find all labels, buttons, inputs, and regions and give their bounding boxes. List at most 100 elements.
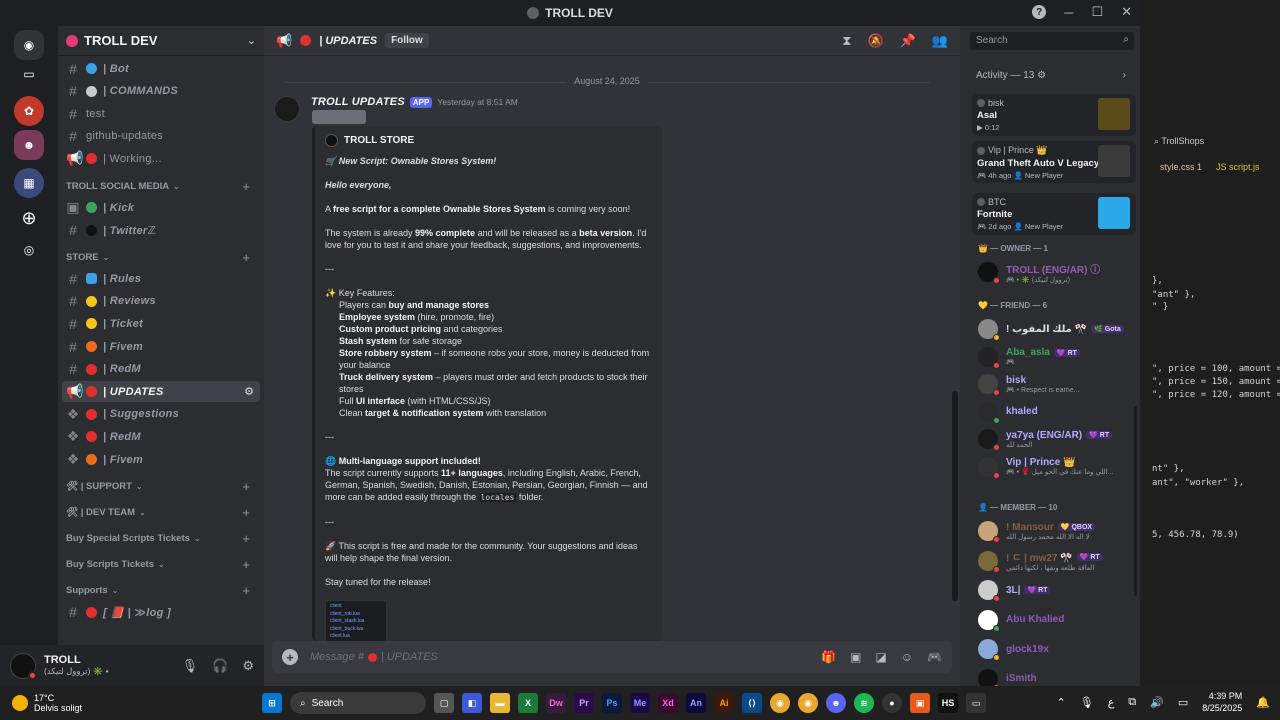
- illustrator-icon[interactable]: Ai: [714, 693, 734, 713]
- activity-card[interactable]: bisk Asal ▶ 0:12: [972, 94, 1136, 136]
- channel-item[interactable]: ❖ | RedM: [62, 426, 260, 447]
- message-composer[interactable]: + Message # | UPDATES 🎁 ▣ ◪ ☺ 🎮: [272, 641, 952, 673]
- tray-lang-icon[interactable]: ع: [1108, 696, 1115, 709]
- channel-item[interactable]: # github-updates: [62, 126, 260, 147]
- dreamweaver-icon[interactable]: Dw: [546, 693, 566, 713]
- member-item[interactable]: Aba_asla 💜 RT 🎮: [978, 345, 1138, 369]
- server-folder-icon[interactable]: ▦: [14, 168, 44, 198]
- add-channel-icon[interactable]: +: [242, 250, 250, 265]
- gif-icon[interactable]: ▣: [850, 650, 861, 664]
- editor-tab-style[interactable]: style.css 1: [1160, 162, 1202, 172]
- member-item[interactable]: ya7ya (ENG/AR) 💜 RT الحمد لله: [978, 427, 1138, 451]
- app-icon-1[interactable]: ◧: [462, 693, 482, 713]
- channel-settings-icon[interactable]: ⚙: [244, 385, 254, 398]
- gear-icon[interactable]: ⚙: [242, 658, 254, 674]
- server-icon-troll-dev[interactable]: ☻: [14, 130, 44, 160]
- add-channel-icon[interactable]: +: [242, 557, 250, 572]
- channel-category[interactable]: Buy Scripts Tickets ⌄ +: [62, 556, 260, 574]
- mute-bell-icon[interactable]: 🔕: [867, 33, 883, 49]
- channel-item[interactable]: ❖ | Suggestions: [62, 404, 260, 425]
- gift-icon[interactable]: 🎁: [821, 650, 836, 664]
- author-avatar[interactable]: [274, 96, 300, 122]
- tray-chevron-icon[interactable]: ⌃: [1057, 696, 1066, 709]
- help-icon[interactable]: ?: [1032, 5, 1047, 19]
- chat-scrollbar[interactable]: [952, 391, 958, 601]
- channel-item[interactable]: # | Twitterℤ: [62, 220, 260, 241]
- file-explorer-icon[interactable]: ▬: [490, 693, 510, 713]
- channel-category[interactable]: 🛠 | SUPPORT ⌄ +: [62, 478, 260, 496]
- tray-volume-icon[interactable]: 🔊: [1150, 696, 1164, 709]
- minimize-icon[interactable]: ─: [1064, 5, 1073, 20]
- weather-widget[interactable]: 17°C Delvis soligt: [12, 693, 82, 713]
- members-icon[interactable]: 👥: [932, 33, 948, 49]
- activity-card[interactable]: Vip | Prince 👑 Grand Theft Auto V Legacy 🎮…: [972, 141, 1136, 183]
- member-item[interactable]: Abu Khalied: [978, 608, 1138, 632]
- chrome-icon[interactable]: ◉: [770, 693, 790, 713]
- channel-item[interactable]: # | RedM: [62, 359, 260, 380]
- channel-item[interactable]: # [ 📕 | ≫log ]: [62, 602, 260, 623]
- inbox-icon[interactable]: ▭: [14, 59, 44, 89]
- channel-item[interactable]: # | Rules: [62, 268, 260, 289]
- message-author[interactable]: TROLL UPDATES: [311, 96, 405, 108]
- excel-icon[interactable]: X: [518, 693, 538, 713]
- add-channel-icon[interactable]: +: [242, 179, 250, 194]
- app-icon-hs[interactable]: HS: [938, 693, 958, 713]
- microphone-icon[interactable]: 🎙: [182, 658, 199, 674]
- member-item[interactable]: bisk 🎮 • Respect is earne...: [978, 372, 1138, 396]
- embed-image[interactable]: client client_rob.lua client_stash.lua clie…: [325, 600, 387, 641]
- member-item[interactable]: ! ㄷ | mw27 🎌 💜 RT العاقة طلعة ونفها ، لكنه…: [978, 549, 1138, 573]
- server-icon-1[interactable]: ✿: [14, 96, 44, 126]
- role-mention[interactable]: [312, 110, 366, 124]
- user-avatar[interactable]: [10, 652, 37, 680]
- tray-network-icon[interactable]: ⧉: [1128, 696, 1136, 709]
- maximize-icon[interactable]: ☐: [1091, 4, 1103, 20]
- add-channel-icon[interactable]: +: [242, 479, 250, 494]
- animate-icon[interactable]: An: [686, 693, 706, 713]
- headphones-icon[interactable]: 🎧: [212, 658, 228, 674]
- windows-start-icon[interactable]: ⊞: [262, 693, 282, 713]
- emoji-icon[interactable]: ☺: [901, 650, 913, 664]
- channel-category[interactable]: Buy Special Scripts Tickets ⌄ +: [62, 530, 260, 548]
- activity-card[interactable]: BTC Fortnite 🎮 2d ago 👤 New Player: [972, 193, 1136, 235]
- editor-tab-script[interactable]: JS script.js: [1216, 162, 1260, 172]
- message-input[interactable]: Message # | UPDATES: [310, 651, 438, 663]
- github-icon[interactable]: ●: [882, 693, 902, 713]
- member-item[interactable]: TROLL (ENG/AR) ⓘ 🎮 • ✳️ (تروول لتيكد): [978, 260, 1138, 284]
- app-icon-2[interactable]: ▣: [910, 693, 930, 713]
- premiere-icon[interactable]: Pr: [574, 693, 594, 713]
- member-scrollbar[interactable]: [1134, 406, 1137, 596]
- close-icon[interactable]: ✕: [1121, 4, 1132, 20]
- member-item[interactable]: 3L| 💜 RT: [978, 578, 1138, 602]
- task-view-icon[interactable]: ▢: [434, 693, 454, 713]
- channel-item[interactable]: # | COMMANDS: [62, 81, 260, 102]
- activity-header[interactable]: Activity — 13 ⚙ ›: [976, 70, 1126, 81]
- member-item[interactable]: Vip | Prince 👑 🎮 • 🌹 اللي وما عنك في الحو…: [978, 455, 1138, 479]
- channel-item[interactable]: # | Fivem: [62, 336, 260, 357]
- discord-icon[interactable]: ☻: [826, 693, 846, 713]
- member-item[interactable]: ! ملك المفوب 🎌 🌿 Gota: [978, 317, 1138, 341]
- spotify-icon[interactable]: ≋: [854, 693, 874, 713]
- channel-category[interactable]: Supports ⌄ +: [62, 582, 260, 600]
- member-item[interactable]: glock19x: [978, 637, 1138, 661]
- search-input[interactable]: Search ⌕: [970, 32, 1134, 50]
- channel-item[interactable]: # | Ticket: [62, 313, 260, 334]
- server-header[interactable]: TROLL DEV ⌄: [58, 26, 264, 56]
- taskbar-clock[interactable]: 4:39 PM 8/25/2025: [1202, 690, 1242, 714]
- tray-mic-icon[interactable]: 🎙: [1080, 696, 1094, 709]
- terminal-icon[interactable]: ▭: [966, 693, 986, 713]
- pin-icon[interactable]: 📌: [900, 33, 916, 49]
- channel-item[interactable]: 📢 | Working...: [62, 148, 260, 169]
- sticker-icon[interactable]: ◪: [875, 650, 886, 664]
- taskbar-search[interactable]: ⌕ Search: [290, 692, 426, 714]
- chrome-icon-2[interactable]: ◉: [798, 693, 818, 713]
- discover-icon[interactable]: ◎: [14, 235, 44, 265]
- add-channel-icon[interactable]: +: [242, 505, 250, 520]
- discord-home-icon[interactable]: ◉: [14, 30, 44, 60]
- member-item[interactable]: khaled: [978, 400, 1138, 424]
- add-attachment-icon[interactable]: +: [282, 649, 298, 665]
- tray-battery-icon[interactable]: ▭: [1178, 696, 1188, 709]
- channel-category[interactable]: TROLL SOCIAL MEDIA ⌄ +: [62, 177, 260, 195]
- channel-item[interactable]: # | Reviews: [62, 291, 260, 312]
- channel-item[interactable]: # test: [62, 103, 260, 124]
- add-channel-icon[interactable]: +: [242, 583, 250, 598]
